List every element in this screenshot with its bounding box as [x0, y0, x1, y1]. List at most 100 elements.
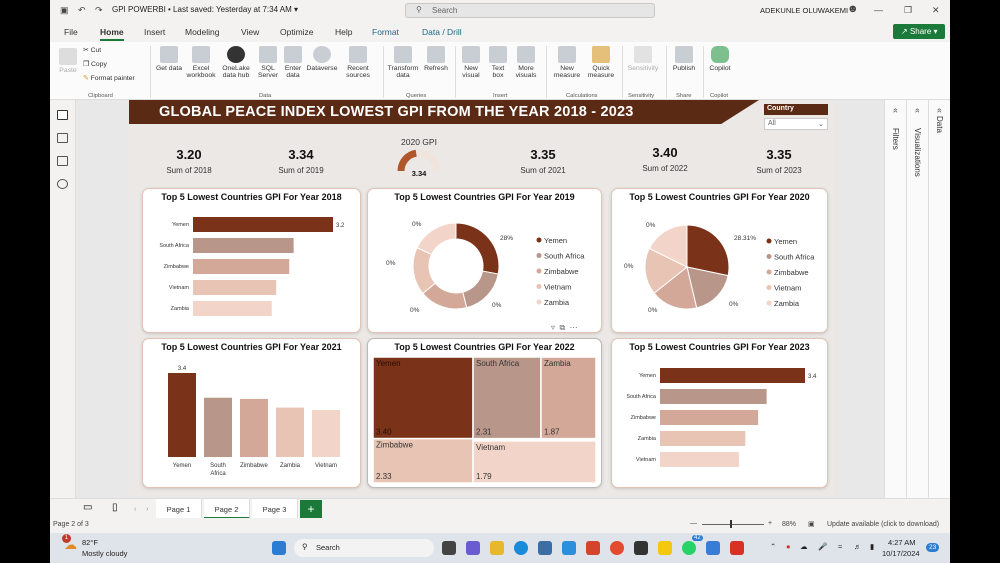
- slicer-dropdown[interactable]: All ⌄: [764, 118, 828, 130]
- cloud-icon[interactable]: ☁: [800, 542, 808, 551]
- app-icon[interactable]: [634, 541, 648, 555]
- filters-pane[interactable]: « Filters: [884, 100, 906, 498]
- minimize-icon[interactable]: —: [874, 5, 883, 15]
- menu-optimize[interactable]: Optimize: [280, 27, 314, 37]
- quick-measure-button[interactable]: Quick measure: [584, 46, 618, 79]
- search-box[interactable]: ⚲ Search: [405, 3, 655, 18]
- record-icon[interactable]: ●: [786, 542, 791, 551]
- more-visuals-button[interactable]: More visuals: [512, 46, 540, 79]
- dataverse-button[interactable]: Dataverse: [306, 46, 338, 72]
- add-page-button[interactable]: +: [300, 500, 322, 518]
- zoom-in-icon[interactable]: +: [768, 520, 772, 527]
- avatar-icon[interactable]: ☻: [847, 3, 859, 15]
- menu-home[interactable]: Home: [100, 27, 124, 41]
- fit-page-icon[interactable]: ▣: [808, 520, 815, 528]
- refresh-button[interactable]: Refresh: [422, 46, 450, 72]
- close-icon[interactable]: ✕: [932, 5, 940, 16]
- tab-page-1[interactable]: Page 1: [156, 499, 202, 519]
- wifi-icon[interactable]: ≈: [838, 542, 842, 551]
- recorder-icon[interactable]: [730, 541, 744, 555]
- chrome-icon[interactable]: [610, 541, 624, 555]
- get-data-button[interactable]: Get data: [154, 46, 184, 72]
- edge-icon[interactable]: [514, 541, 528, 555]
- teams-icon[interactable]: [706, 541, 720, 555]
- taskbar-search[interactable]: ⚲ Search: [294, 539, 434, 557]
- kpi-card-2021[interactable]: 3.35 Sum of 2021: [511, 147, 575, 175]
- publish-button[interactable]: Publish: [670, 46, 698, 72]
- gauge-2020[interactable]: 2020 GPI 3.34: [379, 135, 459, 181]
- tab-page-3[interactable]: Page 3: [252, 499, 298, 519]
- microphone-icon[interactable]: 🎤: [818, 542, 827, 551]
- powerbi-icon[interactable]: [658, 541, 672, 555]
- kpi-card-2023[interactable]: 3.35 Sum of 2023: [747, 147, 811, 175]
- office-icon[interactable]: [586, 541, 600, 555]
- battery-icon[interactable]: ▮: [870, 542, 874, 551]
- visualizations-pane[interactable]: « Visualizations: [906, 100, 928, 498]
- menu-insert[interactable]: Insert: [144, 27, 165, 37]
- model-view-icon[interactable]: [57, 156, 68, 166]
- data-pane[interactable]: « Data: [928, 100, 950, 498]
- maximize-icon[interactable]: ❐: [904, 5, 912, 16]
- new-visual-button[interactable]: New visual: [458, 46, 484, 79]
- share-button[interactable]: ↗ Share ▾: [893, 24, 945, 39]
- copy-button[interactable]: ❐ Copy: [83, 60, 107, 68]
- text-box-button[interactable]: Text box: [486, 46, 510, 79]
- transform-data-button[interactable]: Transform data: [386, 46, 420, 79]
- format-painter-button[interactable]: ✎ Format painter: [83, 74, 135, 82]
- menu-data-drill[interactable]: Data / Drill: [422, 27, 462, 37]
- zoom-out-icon[interactable]: —: [690, 520, 697, 527]
- onelake-button[interactable]: OneLake data hub: [218, 46, 254, 79]
- country-slicer[interactable]: Country All ⌄: [764, 104, 828, 136]
- paste-button[interactable]: Paste: [56, 48, 80, 74]
- dax-query-icon[interactable]: [57, 179, 68, 189]
- sql-server-button[interactable]: SQL Server: [256, 46, 280, 79]
- excel-workbook-button[interactable]: Excel workbook: [184, 46, 218, 79]
- chart-2022-card[interactable]: Top 5 Lowest Countries GPI For Year 2022…: [367, 338, 602, 488]
- recent-sources-button[interactable]: Recent sources: [342, 46, 374, 79]
- report-view-icon[interactable]: [57, 110, 68, 120]
- zoom-slider-handle[interactable]: [730, 520, 732, 528]
- menu-file[interactable]: File: [64, 27, 78, 37]
- chevron-left-icon[interactable]: ‹: [134, 504, 137, 513]
- copilot-button[interactable]: Copilot: [706, 46, 734, 72]
- store-icon[interactable]: [538, 541, 552, 555]
- filter-icon[interactable]: ▿: [551, 323, 555, 332]
- windows-start-icon[interactable]: [272, 541, 286, 555]
- cut-button[interactable]: ✂ Cut: [83, 46, 101, 54]
- focus-mode-icon[interactable]: ⧉: [559, 323, 565, 332]
- menu-modeling[interactable]: Modeling: [185, 27, 220, 37]
- mobile-layout-icon[interactable]: ▯: [112, 502, 118, 513]
- file-explorer-icon[interactable]: [490, 541, 504, 555]
- todo-icon[interactable]: [562, 541, 576, 555]
- desktop-layout-icon[interactable]: ▭: [83, 502, 92, 513]
- update-notice[interactable]: Update available (click to download): [827, 521, 939, 528]
- chart-2018-card[interactable]: Top 5 Lowest Countries GPI For Year 2018…: [142, 188, 361, 333]
- chart-2023-card[interactable]: Top 5 Lowest Countries GPI For Year 2023…: [611, 338, 828, 488]
- menu-format[interactable]: Format: [372, 27, 399, 37]
- notification-badge[interactable]: 23: [926, 543, 940, 552]
- zoom-slider[interactable]: [702, 524, 764, 525]
- save-icon[interactable]: ▣: [60, 5, 69, 16]
- more-options-icon[interactable]: ⋯: [570, 323, 578, 332]
- chart-2020-card[interactable]: Top 5 Lowest Countries GPI For Year 2020…: [611, 188, 828, 333]
- whatsapp-icon[interactable]: [682, 541, 696, 555]
- chevron-up-icon[interactable]: ⌃: [770, 542, 776, 551]
- volume-icon[interactable]: ♬: [854, 542, 862, 551]
- chevron-right-icon[interactable]: ›: [146, 504, 149, 513]
- chart-2021-card[interactable]: Top 5 Lowest Countries GPI For Year 2021…: [142, 338, 361, 488]
- task-view-icon[interactable]: [442, 541, 456, 555]
- menu-help[interactable]: Help: [335, 27, 352, 37]
- enter-data-button[interactable]: Enter data: [282, 46, 304, 79]
- table-view-icon[interactable]: [57, 133, 68, 143]
- new-measure-button[interactable]: New measure: [550, 46, 584, 79]
- kpi-card-2022[interactable]: 3.40 Sum of 2022: [633, 145, 697, 173]
- menu-view[interactable]: View: [241, 27, 259, 37]
- tab-page-2[interactable]: Page 2: [204, 499, 250, 519]
- sensitivity-button[interactable]: Sensitivity: [626, 46, 660, 72]
- redo-icon[interactable]: ↷: [95, 5, 103, 16]
- kpi-card-2018[interactable]: 3.20 Sum of 2018: [159, 147, 219, 175]
- kpi-card-2019[interactable]: 3.34 Sum of 2019: [269, 147, 333, 175]
- chat-icon[interactable]: [466, 541, 480, 555]
- undo-icon[interactable]: ↶: [78, 5, 86, 16]
- user-name[interactable]: ADEKUNLE OLUWAKEMI: [760, 6, 848, 15]
